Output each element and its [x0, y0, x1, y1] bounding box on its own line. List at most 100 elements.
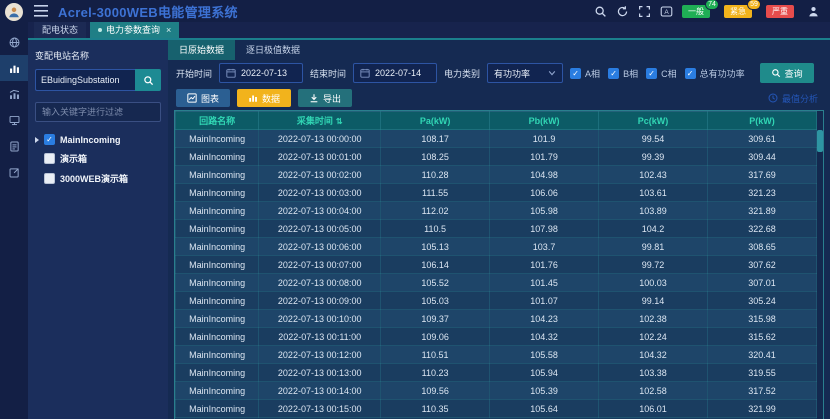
table-cell: MainIncoming	[176, 202, 259, 220]
station-search-button[interactable]	[135, 69, 161, 91]
user-avatar[interactable]	[5, 3, 23, 21]
query-button[interactable]: 查询	[760, 63, 814, 83]
sidebar-item-settings[interactable]	[0, 159, 28, 185]
table-cell: 321.23	[708, 184, 817, 202]
caret-right-icon[interactable]	[35, 137, 39, 143]
scrollbar-thumb[interactable]	[817, 130, 823, 152]
checkbox[interactable]: ✓	[570, 68, 581, 79]
checkbox[interactable]: ✓	[608, 68, 619, 79]
power-category-select[interactable]: 有功功率	[487, 63, 563, 83]
checkbox-label: A相	[585, 67, 600, 80]
tree-item[interactable]: ✓ MainIncoming	[35, 134, 161, 145]
refresh-icon[interactable]	[616, 5, 629, 18]
tree-filter-input[interactable]	[35, 102, 161, 122]
data-view-button[interactable]: 数据	[237, 89, 291, 107]
phase-checkbox[interactable]: ✓总有功功率	[685, 67, 745, 80]
device-monitor-icon	[8, 114, 21, 127]
user-icon[interactable]	[807, 5, 820, 18]
sidebar-item-monitor[interactable]	[0, 29, 28, 55]
sort-icon[interactable]: ⇅	[336, 117, 343, 126]
line-chart-icon	[187, 93, 197, 103]
station-panel: 变配电站名称 ✓MainIncoming演示箱3000WEB演示箱	[28, 40, 168, 419]
breadcrumb-tab[interactable]: 电力参数查询×	[90, 22, 179, 38]
table-cell: 101.9	[490, 130, 599, 148]
tree-checkbox[interactable]: ✓	[44, 134, 55, 145]
breadcrumb-tab[interactable]: 配电状态	[34, 22, 86, 38]
export-button[interactable]: 导出	[298, 89, 352, 107]
tree-item-label: MainIncoming	[60, 135, 121, 145]
tree-item[interactable]: 3000WEB演示箱	[35, 172, 161, 185]
table-cell: MainIncoming	[176, 238, 259, 256]
table-cell: MainIncoming	[176, 148, 259, 166]
sidebar-item-reports[interactable]	[0, 133, 28, 159]
edit-icon	[8, 166, 21, 179]
column-header-label: P(kW)	[749, 116, 775, 126]
end-date-input[interactable]: 2022-07-14	[353, 63, 437, 83]
data-table-container: 回路名称采集时间⇅Pa(kW)Pb(kW)Pc(kW)P(kW) MainInc…	[174, 110, 824, 419]
tree-checkbox[interactable]	[44, 153, 55, 164]
table-cell: 320.41	[708, 346, 817, 364]
table-cell: 101.76	[490, 256, 599, 274]
table-row: MainIncoming2022-07-13 00:10:00109.37104…	[176, 310, 817, 328]
chart-view-button[interactable]: 图表	[176, 89, 230, 107]
table-cell: MainIncoming	[176, 400, 259, 418]
phase-checkbox[interactable]: ✓B相	[608, 67, 638, 80]
hamburger-menu-icon[interactable]	[34, 5, 48, 17]
tab-active[interactable]: 日原始数据	[168, 40, 235, 60]
table-cell: 322.68	[708, 220, 817, 238]
tree-item-label: 3000WEB演示箱	[60, 172, 128, 185]
table-cell: 307.62	[708, 256, 817, 274]
table-cell: 105.03	[381, 292, 490, 310]
sidebar-item-power-query[interactable]	[0, 55, 28, 81]
table-cell: 103.7	[490, 238, 599, 256]
column-header: P(kW)	[708, 112, 817, 130]
start-date-input[interactable]: 2022-07-13	[219, 63, 303, 83]
checkbox[interactable]: ✓	[646, 68, 657, 79]
alarm-badge[interactable]: 严重	[766, 5, 794, 18]
alarm-badge[interactable]: 一般74	[682, 5, 710, 18]
table-cell: 109.37	[381, 310, 490, 328]
phase-checkbox[interactable]: ✓C相	[646, 67, 677, 80]
table-cell: 107.98	[490, 220, 599, 238]
table-cell: 2022-07-13 00:02:00	[259, 166, 381, 184]
column-header: Pa(kW)	[381, 112, 490, 130]
alarm-badge-label: 紧急	[730, 7, 746, 16]
scrollbar-track[interactable]	[817, 111, 823, 419]
tab-inactive[interactable]: 逐日极值数据	[235, 40, 311, 60]
tree-checkbox[interactable]	[44, 173, 55, 184]
table-row: MainIncoming2022-07-13 00:12:00110.51105…	[176, 346, 817, 364]
tree-item[interactable]: 演示箱	[35, 152, 161, 165]
table-row: MainIncoming2022-07-13 00:07:00106.14101…	[176, 256, 817, 274]
power-category-value: 有功功率	[494, 67, 548, 80]
person-icon	[7, 5, 21, 19]
table-cell: 105.64	[490, 400, 599, 418]
column-header-label: Pc(kW)	[638, 116, 669, 126]
station-name-input[interactable]	[35, 69, 135, 91]
table-cell: 321.89	[708, 202, 817, 220]
clock-icon	[768, 93, 778, 103]
fullscreen-icon[interactable]	[638, 5, 651, 18]
table-cell: 105.52	[381, 274, 490, 292]
column-header[interactable]: 采集时间⇅	[259, 112, 381, 130]
alarm-badge-label: 一般	[688, 7, 704, 16]
app-title: Acrel-3000WEB电能管理系统	[58, 2, 238, 21]
table-cell: 110.35	[381, 400, 490, 418]
table-cell: 101.79	[490, 148, 599, 166]
chart-analysis-icon	[8, 88, 21, 101]
checkbox[interactable]: ✓	[685, 68, 696, 79]
device-tree: ✓ MainIncoming 演示箱 3000WEB演示箱	[35, 134, 161, 185]
table-cell: 2022-07-13 00:15:00	[259, 400, 381, 418]
close-icon[interactable]: ×	[166, 22, 171, 38]
table-cell: 106.01	[599, 400, 708, 418]
phase-checkbox[interactable]: ✓ A相	[570, 67, 600, 80]
table-cell: 317.52	[708, 382, 817, 400]
sidebar-item-devices[interactable]	[0, 107, 28, 133]
alarm-count-badge: 74	[706, 0, 718, 9]
alarm-badge[interactable]: 紧急59	[724, 5, 752, 18]
sidebar-item-analysis[interactable]	[0, 81, 28, 107]
search-icon[interactable]	[594, 5, 607, 18]
language-icon[interactable]: A	[660, 5, 673, 18]
table-cell: 104.2	[599, 220, 708, 238]
extremes-analysis-link[interactable]: 最值分析	[768, 92, 818, 105]
table-cell: 108.17	[381, 130, 490, 148]
